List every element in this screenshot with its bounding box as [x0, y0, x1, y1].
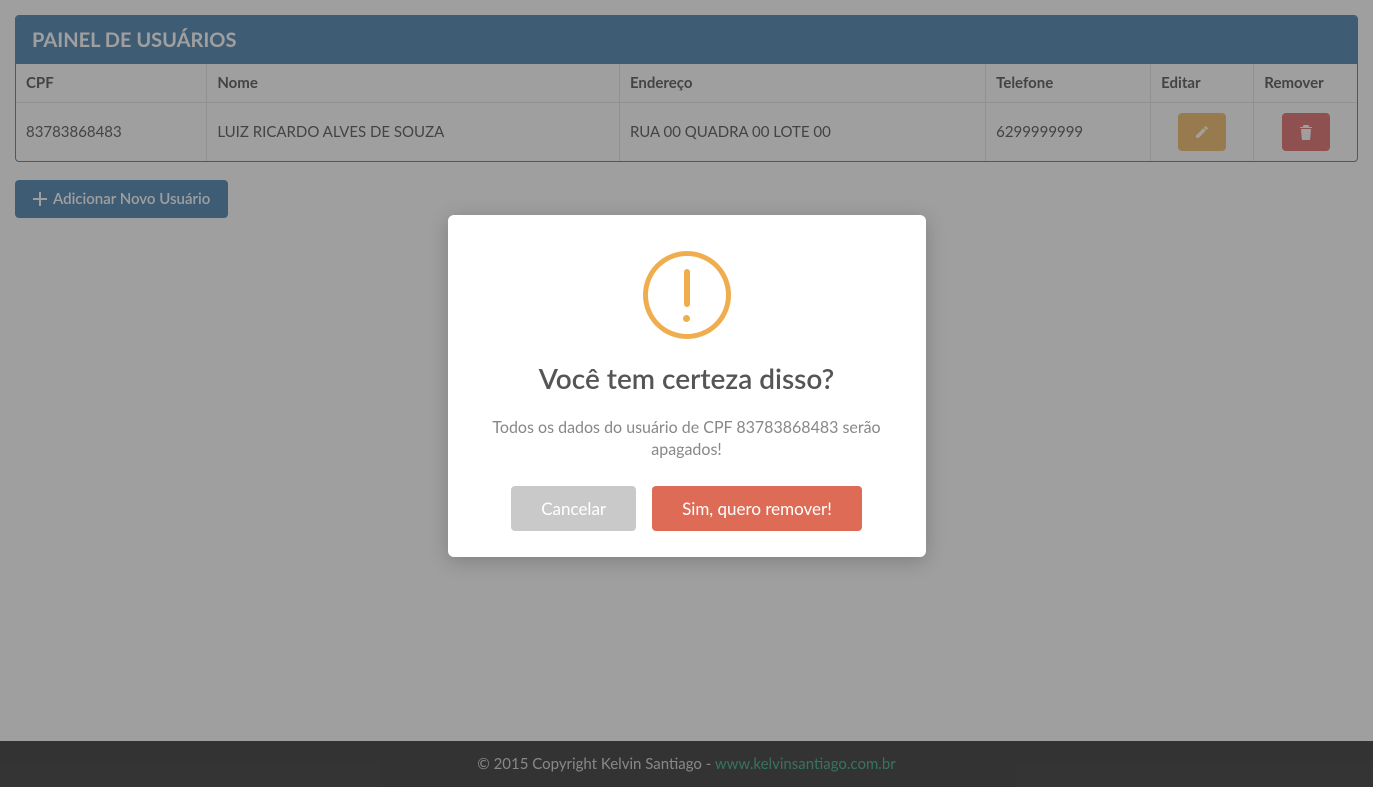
- modal-text: Todos os dados do usuário de CPF 8378386…: [478, 417, 896, 460]
- confirm-modal: Você tem certeza disso? Todos os dados d…: [448, 215, 926, 557]
- confirm-button[interactable]: Sim, quero remover!: [652, 486, 862, 531]
- cancel-button[interactable]: Cancelar: [511, 486, 636, 531]
- modal-buttons: Cancelar Sim, quero remover!: [478, 486, 896, 531]
- warning-icon: [643, 251, 731, 339]
- modal-title: Você tem certeza disso?: [478, 361, 896, 395]
- modal-overlay[interactable]: Você tem certeza disso? Todos os dados d…: [0, 0, 1373, 787]
